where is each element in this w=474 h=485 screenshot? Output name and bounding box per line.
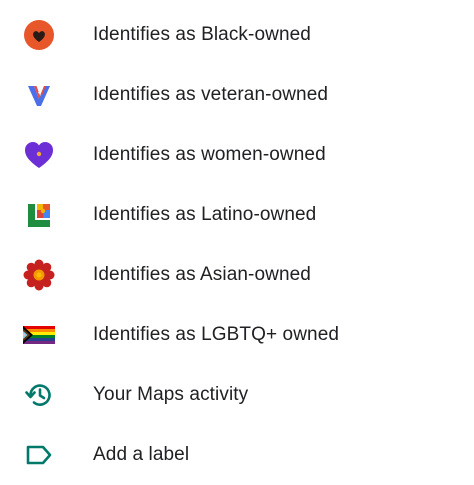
menu-item-women-owned[interactable]: Identifies as women-owned xyxy=(0,125,474,185)
menu-item-black-owned[interactable]: Identifies as Black-owned xyxy=(0,5,474,65)
menu-item-label: Your Maps activity xyxy=(93,384,249,405)
attributes-menu: Identifies as Black-owned Identifies as … xyxy=(0,0,474,485)
menu-item-label: Identifies as women-owned xyxy=(93,144,326,165)
menu-item-latino-owned[interactable]: Identifies as Latino-owned xyxy=(0,185,474,245)
menu-item-label: Identifies as veteran-owned xyxy=(93,84,329,105)
label-icon xyxy=(22,438,56,472)
asian-owned-icon xyxy=(22,258,56,292)
menu-item-label: Identifies as Asian-owned xyxy=(93,264,311,285)
menu-item-label: Identifies as LGBTQ+ owned xyxy=(93,324,340,345)
menu-item-label: Add a label xyxy=(93,444,190,465)
menu-item-label: Identifies as Latino-owned xyxy=(93,204,317,225)
latino-owned-icon xyxy=(22,198,56,232)
veteran-owned-icon xyxy=(22,78,56,112)
black-owned-icon xyxy=(22,18,56,52)
history-icon xyxy=(22,378,56,412)
menu-item-maps-activity[interactable]: Your Maps activity xyxy=(0,365,474,425)
menu-item-label: Identifies as Black-owned xyxy=(93,24,311,45)
menu-item-veteran-owned[interactable]: Identifies as veteran-owned xyxy=(0,65,474,125)
menu-item-lgbtq-owned[interactable]: Identifies as LGBTQ+ owned xyxy=(0,305,474,365)
menu-item-asian-owned[interactable]: Identifies as Asian-owned xyxy=(0,245,474,305)
menu-item-add-label[interactable]: Add a label xyxy=(0,425,474,485)
women-owned-icon xyxy=(22,138,56,172)
lgbtq-owned-icon xyxy=(22,318,56,352)
